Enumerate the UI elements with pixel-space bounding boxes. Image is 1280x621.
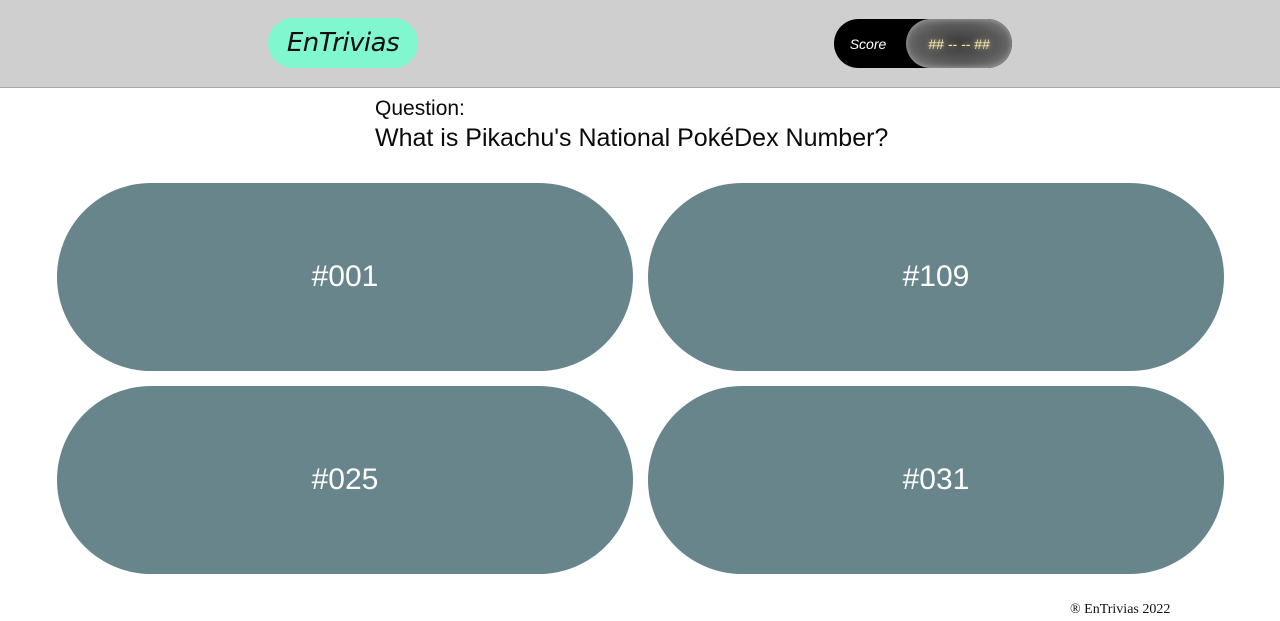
answer-button-2[interactable]: #109	[648, 183, 1224, 371]
top-bar: EnTrivias Score ## -- -- ##	[0, 0, 1280, 88]
footer-copyright: ® EnTrivias 2022	[1070, 602, 1171, 617]
question-label: Question:	[375, 97, 465, 120]
score-value: ## -- -- ##	[906, 19, 1012, 68]
answer-button-4[interactable]: #031	[648, 386, 1224, 574]
score-display: Score ## -- -- ##	[834, 19, 1012, 68]
app-logo[interactable]: EnTrivias	[268, 18, 418, 68]
answer-button-3[interactable]: #025	[57, 386, 633, 574]
question-text: What is Pikachu's National PokéDex Numbe…	[375, 124, 889, 152]
score-label: Score	[849, 35, 887, 52]
answer-button-1[interactable]: #001	[57, 183, 633, 371]
